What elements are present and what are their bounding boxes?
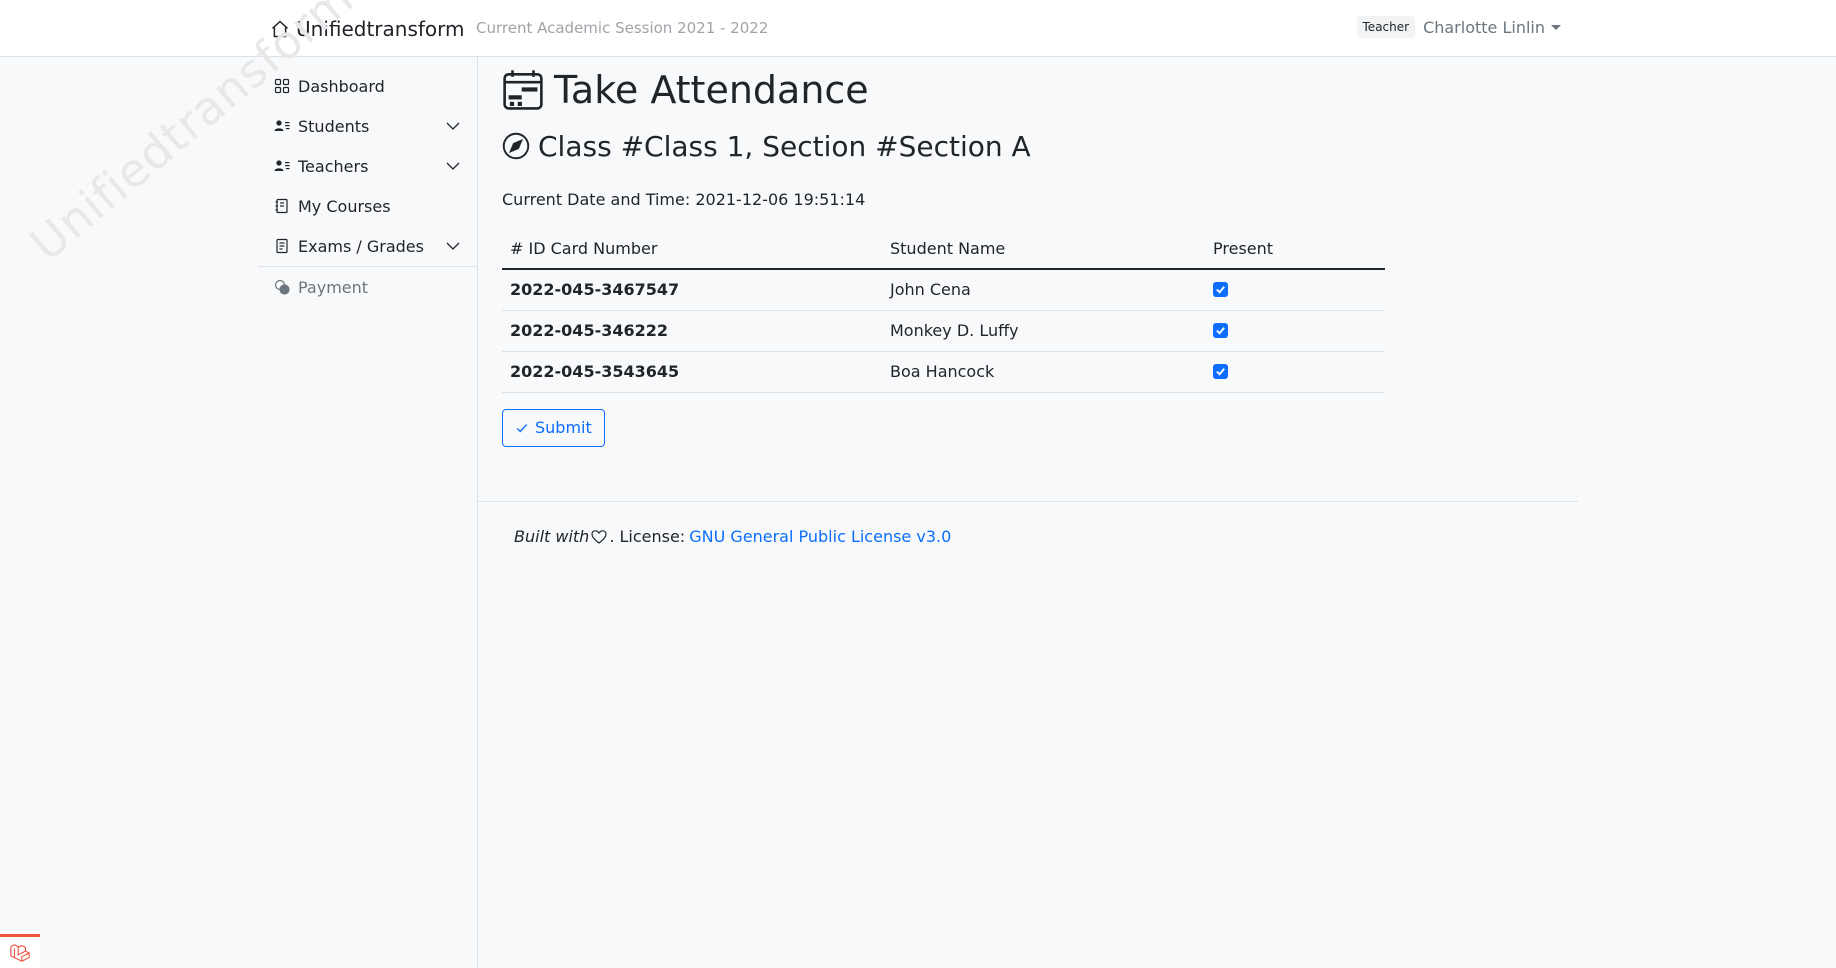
laravel-logo-icon [10,943,30,962]
present-checkbox[interactable] [1213,364,1228,379]
main-content: Take Attendance Class #Class 1, Section … [502,66,1578,447]
id-card-cell: 2022-045-3543645 [502,351,882,393]
footer-divider [478,501,1578,502]
caret-down-icon [1551,24,1561,30]
sidebar-item-label: Exams / Grades [298,236,424,256]
user-dropdown-toggle[interactable]: Charlotte Linlin [1423,18,1561,37]
sidebar-item-payment[interactable]: Payment [258,267,477,307]
brand-link[interactable]: Unifiedtransform [270,16,465,42]
user-name: Charlotte Linlin [1423,17,1545,37]
check-icon [1216,368,1225,376]
sidebar-item-dashboard[interactable]: Dashboard [258,66,477,106]
student-name-cell: Boa Hancock [882,351,1205,393]
sidebar: Dashboard Students Teachers My Courses E… [258,66,477,307]
sidebar-item-label: Teachers [298,156,369,176]
current-datetime: Current Date and Time: 2021-12-06 19:51:… [502,190,866,209]
student-name-cell: Monkey D. Luffy [882,310,1205,352]
sidebar-item-label: My Courses [298,196,391,216]
sidebar-item-teachers[interactable]: Teachers [258,146,477,186]
sidebar-item-label: Dashboard [298,76,385,96]
license-link[interactable]: GNU General Public License v3.0 [689,527,951,546]
student-name-cell: John Cena [882,269,1205,311]
table-row: 2022-045-346222 Monkey D. Luffy [502,310,1385,352]
table-row: 2022-045-3543645 Boa Hancock [502,351,1385,393]
brand-name: Unifiedtransform [296,17,465,41]
class-section-text: Class #Class 1, Section #Section A [538,129,1031,163]
top-navbar: Unifiedtransform Current Academic Sessio… [0,0,1836,57]
check-icon [1216,327,1225,335]
check-icon [1216,286,1225,294]
coins-icon [274,279,290,295]
house-icon [271,20,289,38]
submit-button[interactable]: Submit [502,408,605,447]
journal-icon [274,198,290,214]
license-prefix: . License: [609,527,686,546]
present-cell [1205,351,1385,393]
user-menu[interactable]: Teacher Charlotte Linlin [1356,16,1561,38]
heart-icon [591,529,607,544]
sidebar-item-label: Payment [298,277,369,297]
present-checkbox[interactable] [1213,323,1228,338]
sidebar-item-students[interactable]: Students [258,106,477,146]
page-title: Take Attendance [502,66,1578,114]
present-cell [1205,310,1385,352]
table-row: 2022-045-3467547 John Cena [502,269,1385,311]
sidebar-divider [477,57,478,968]
person-lines-icon [274,158,290,174]
column-header: Present [1205,229,1385,270]
page-title-text: Take Attendance [554,68,869,112]
present-checkbox[interactable] [1213,282,1228,298]
table-header-row: # ID Card Number Student Name Present [502,229,1385,270]
built-with-text: Built with [514,527,590,546]
compass-icon [502,132,530,160]
sidebar-item-label: Students [298,116,370,136]
id-card-cell: 2022-045-346222 [502,310,882,352]
laravel-debugbar-toggle[interactable] [0,934,40,968]
calendar-range-icon [503,70,543,110]
grid-icon [274,78,290,94]
chevron-down-icon [446,122,460,130]
footer: Built with . License: GNU General Public… [514,527,951,546]
academic-session: Current Academic Session 2021 - 2022 [476,19,769,37]
person-lines-icon [274,118,290,134]
column-header: Student Name [882,229,1205,270]
sidebar-item-exams-grades[interactable]: Exams / Grades [258,226,477,266]
chevron-down-icon [446,242,460,250]
check-icon [516,423,528,432]
chevron-down-icon [446,162,460,170]
role-badge: Teacher [1356,16,1416,38]
sidebar-item-my-courses[interactable]: My Courses [258,186,477,226]
column-header: # ID Card Number [502,229,882,270]
id-card-cell: 2022-045-3467547 [502,269,882,311]
file-text-icon [274,238,290,254]
submit-label: Submit [535,418,592,437]
present-cell [1205,269,1385,311]
class-section-title: Class #Class 1, Section #Section A [502,126,1578,166]
attendance-table: # ID Card Number Student Name Present 20… [502,229,1385,393]
